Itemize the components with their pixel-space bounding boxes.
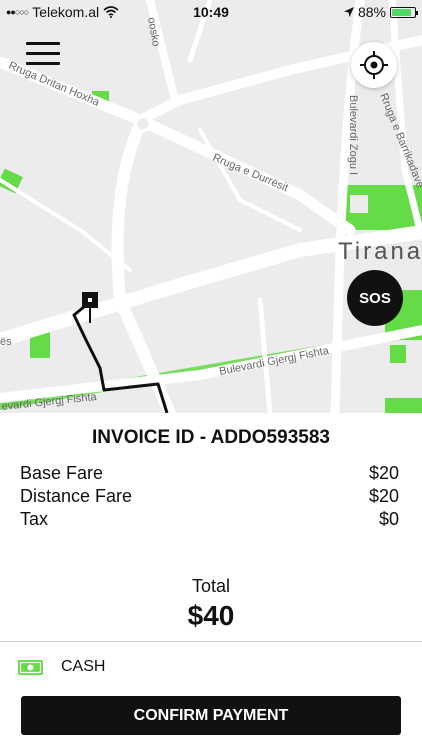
fare-amount: $20 <box>368 486 399 506</box>
map-view[interactable]: Rruga Dritan Hoxha Rruga e Durrësit Bule… <box>0 0 422 413</box>
fare-row: Base Fare $20 <box>20 463 399 484</box>
crosshair-icon <box>360 51 388 79</box>
status-bar: ●●○○○ Telekom.al 10:49 88% <box>0 0 422 24</box>
battery-icon <box>390 6 418 18</box>
battery-level <box>392 8 412 16</box>
total-label: Total <box>191 576 231 596</box>
fare-row: Distance Fare $20 <box>20 486 399 507</box>
fare-label: Tax <box>20 509 49 529</box>
road <box>198 128 302 232</box>
menu-icon[interactable] <box>26 40 60 68</box>
fare-amount: $20 <box>368 463 399 483</box>
confirm-payment-button[interactable]: CONFIRM PAYMENT <box>21 696 401 735</box>
invoice-title: INVOICE ID - ADDO593583 <box>92 427 330 448</box>
invoice-sheet: INVOICE ID - ADDO593583 Base Fare $20 Di… <box>0 413 422 750</box>
map-block <box>350 195 368 213</box>
street-label: Bulevardi Zogu I <box>347 95 359 175</box>
payment-method-label: CASH <box>61 658 106 675</box>
battery-percent: 88% <box>357 4 386 20</box>
locate-button[interactable] <box>351 42 397 88</box>
street-label: ës <box>0 336 12 348</box>
location-arrow-icon <box>343 7 354 17</box>
fare-row: Tax $0 <box>20 509 399 530</box>
fare-label: Distance Fare <box>20 486 133 506</box>
total-value: $40 <box>187 600 235 631</box>
roundabout <box>134 115 152 133</box>
park-area <box>385 398 422 413</box>
cash-icon <box>18 659 43 675</box>
divider <box>0 641 422 642</box>
park-area <box>390 345 406 363</box>
fare-amount: $0 <box>378 509 399 529</box>
pickup-marker-dot <box>88 298 92 302</box>
road <box>0 178 132 272</box>
payment-method[interactable]: CASH <box>18 658 105 676</box>
city-label: Tirana <box>338 238 422 265</box>
road <box>111 119 176 413</box>
sos-button[interactable]: SOS <box>347 270 403 326</box>
fare-label: Base Fare <box>20 463 104 483</box>
